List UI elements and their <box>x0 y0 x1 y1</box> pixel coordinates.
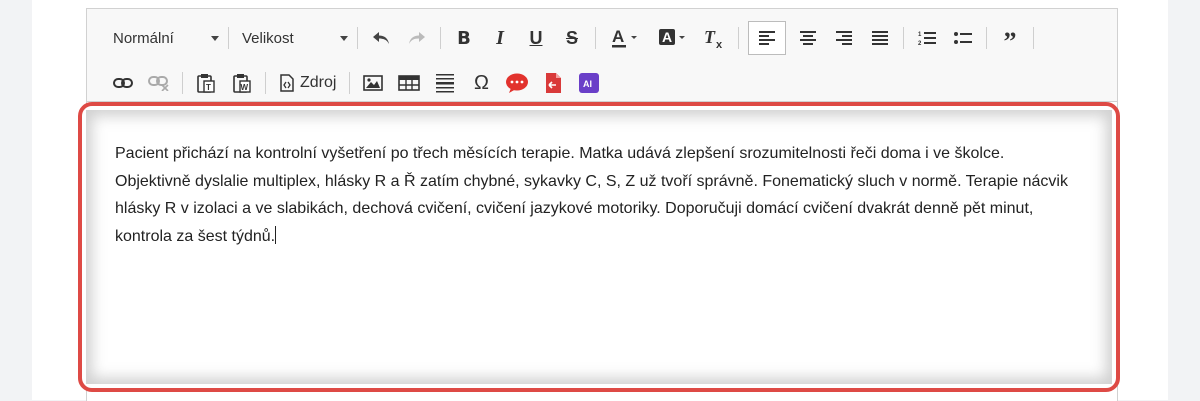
size-dropdown[interactable]: Velikost <box>234 24 352 52</box>
toolbar-separator <box>182 72 183 94</box>
italic-icon[interactable]: I <box>486 24 514 52</box>
toolbar-separator <box>1033 27 1034 49</box>
underline-icon[interactable]: U <box>522 24 550 52</box>
svg-text:x: x <box>716 39 723 49</box>
size-dropdown-label: Velikost <box>242 29 294 47</box>
bold-icon[interactable]: B <box>450 24 478 52</box>
blockquote-icon[interactable]: ” <box>996 24 1024 56</box>
toolbar-separator <box>265 72 266 94</box>
svg-text:AI: AI <box>583 79 592 89</box>
editor-paragraph: Pacient přichází na kontrolní vyšetření … <box>115 145 1068 245</box>
link-icon[interactable] <box>109 69 137 97</box>
toolbar-row-1: Normální Velikost B I U S A A T x 1 2 ” <box>105 21 1039 56</box>
source-icon <box>280 74 294 92</box>
format-dropdown[interactable]: Normální <box>105 24 223 52</box>
editor-toolbar: Normální Velikost B I U S A A T x 1 2 ” … <box>87 9 1117 102</box>
align-left-icon[interactable] <box>748 21 786 55</box>
comment-icon[interactable] <box>503 69 531 97</box>
table-icon[interactable] <box>395 69 423 97</box>
align-justify-icon[interactable] <box>866 24 894 52</box>
editor-body-text[interactable]: Pacient přichází na kontrolní vyšetření … <box>115 140 1075 250</box>
toolbar-separator <box>903 27 904 49</box>
chevron-down-icon <box>211 35 219 41</box>
paste-text-icon[interactable]: T <box>192 69 220 97</box>
toolbar-separator <box>440 27 441 49</box>
align-center-icon[interactable] <box>794 24 822 52</box>
svg-text:T: T <box>704 27 716 47</box>
svg-text:A: A <box>612 27 624 46</box>
background-color-icon[interactable]: A <box>653 24 693 52</box>
source-button-label: Zdroj <box>300 74 337 91</box>
text-caret <box>275 225 277 244</box>
text-color-icon[interactable]: A <box>605 24 645 52</box>
redo-icon[interactable] <box>403 24 431 52</box>
svg-text:2: 2 <box>918 41 922 46</box>
ai-icon[interactable]: AI <box>575 69 603 97</box>
format-dropdown-label: Normální <box>113 29 174 47</box>
bulleted-list-icon[interactable] <box>949 24 977 52</box>
align-right-icon[interactable] <box>830 24 858 52</box>
toolbar-separator <box>595 27 596 49</box>
special-char-icon[interactable]: Ω <box>467 69 495 97</box>
remove-format-icon[interactable]: Tx <box>701 24 729 52</box>
svg-text:A: A <box>662 29 672 45</box>
toolbar-separator <box>228 27 229 49</box>
undo-icon[interactable] <box>367 24 395 52</box>
toolbar-separator <box>738 27 739 49</box>
image-icon[interactable] <box>359 69 387 97</box>
horizontal-line-icon[interactable] <box>431 69 459 97</box>
svg-text:1: 1 <box>918 32 922 38</box>
toolbar-separator <box>349 72 351 94</box>
unlink-icon[interactable] <box>145 69 173 97</box>
svg-text:T: T <box>206 83 211 92</box>
pdf-icon[interactable] <box>539 69 567 97</box>
toolbar-separator <box>357 27 358 49</box>
toolbar-row-2: T W Zdroj Ω AI <box>105 68 607 98</box>
chevron-down-icon <box>340 35 348 41</box>
paste-word-icon[interactable]: W <box>228 69 256 97</box>
strikethrough-icon[interactable]: S <box>558 24 586 52</box>
toolbar-separator <box>986 27 987 49</box>
numbered-list-icon[interactable]: 12 <box>913 24 941 52</box>
svg-text:W: W <box>241 83 249 92</box>
source-button[interactable]: Zdroj <box>275 69 340 97</box>
